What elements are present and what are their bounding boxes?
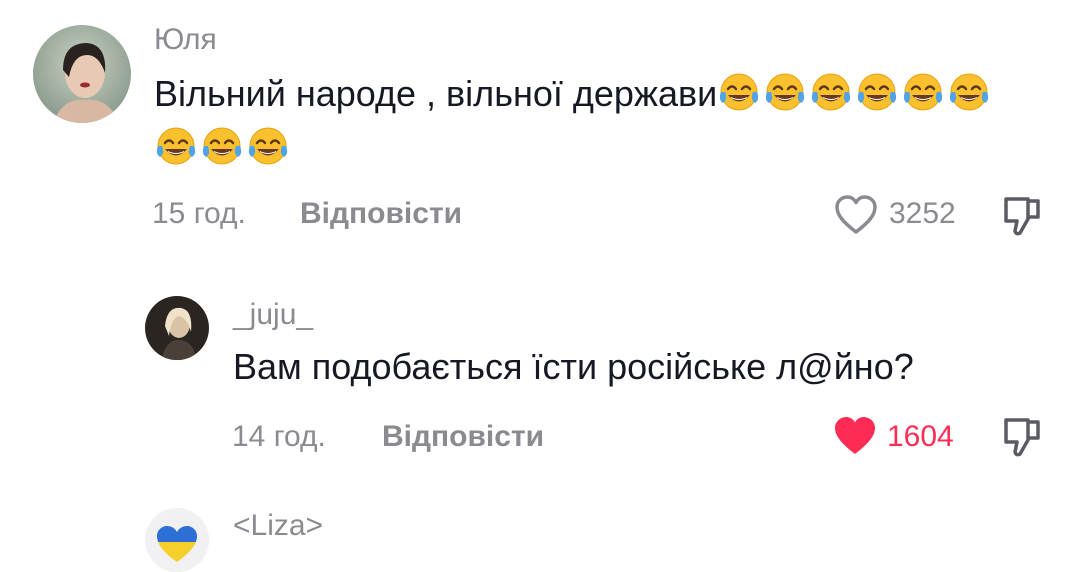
face-with-tears-of-joy-icon: [766, 73, 805, 111]
dislike-button[interactable]: [1001, 414, 1043, 460]
reply-comment-item: _juju_ Вам подобається їсти російське л@…: [0, 280, 1080, 480]
like-count: 3252: [889, 197, 956, 230]
comment-text: Вам подобається їсти російське л@йно?: [233, 346, 914, 387]
face-with-tears-of-joy-icon: [904, 73, 943, 111]
avatar-photo-icon: [145, 296, 209, 360]
ukraine-heart-icon: [145, 508, 209, 572]
comment-text-content: Вільний народе , вільної держави: [154, 73, 718, 114]
face-with-tears-of-joy-icon: [720, 73, 759, 111]
comment-timestamp: 14 год.: [232, 420, 326, 453]
comment-username[interactable]: <Liza>: [233, 508, 323, 544]
face-with-tears-of-joy-icon: [812, 73, 851, 111]
face-with-tears-of-joy-icon: [202, 127, 242, 165]
reply-button[interactable]: Відповісти: [300, 197, 462, 231]
avatar[interactable]: [145, 296, 209, 360]
heart-filled-icon: [835, 417, 875, 454]
like-button[interactable]: [833, 193, 879, 237]
face-with-tears-of-joy-icon: [156, 127, 196, 165]
comment-username[interactable]: _juju_: [233, 297, 313, 333]
thumbs-down-icon: [1004, 197, 1040, 236]
avatar[interactable]: [145, 508, 209, 572]
heart-outline-icon: [835, 195, 877, 234]
face-with-tears-of-joy-icon: [248, 127, 288, 165]
thumbs-down-icon: [1004, 418, 1040, 457]
dislike-button[interactable]: [1001, 193, 1043, 239]
reply-comment-item: <Liza>: [0, 500, 1080, 572]
reply-button[interactable]: Відповісти: [382, 420, 544, 454]
like-button[interactable]: [832, 414, 878, 458]
avatar-photo-icon: [33, 25, 131, 123]
like-count: 1604: [887, 420, 954, 453]
comment-text: Вільний народе , вільної держави: [154, 67, 1034, 175]
face-with-tears-of-joy-icon: [950, 73, 989, 111]
comment-username[interactable]: Юля: [154, 22, 217, 58]
face-with-tears-of-joy-icon: [858, 73, 897, 111]
comment-timestamp: 15 год.: [152, 197, 246, 230]
avatar[interactable]: [33, 25, 131, 123]
comment-item: Юля Вільний народе , вільної держави 15 …: [0, 0, 1080, 250]
